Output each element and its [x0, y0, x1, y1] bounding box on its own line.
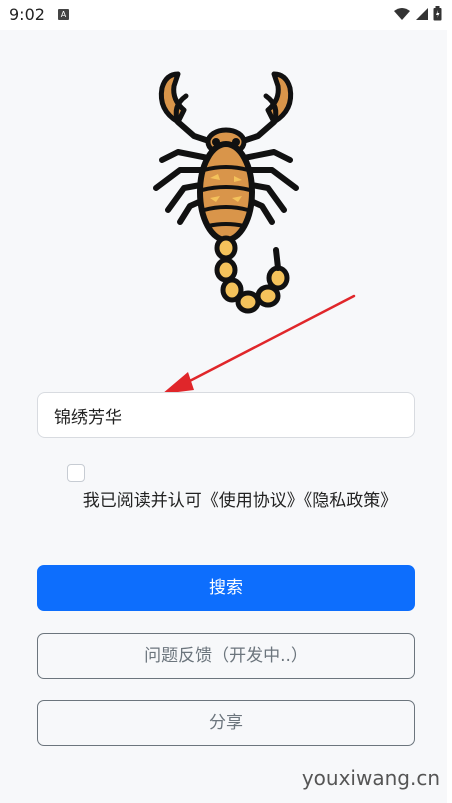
search-input[interactable] — [37, 392, 415, 438]
wifi-icon — [394, 7, 410, 20]
agreement-text[interactable]: 我已阅读并认可《使用协议》《隐私政策》 — [60, 487, 420, 515]
battery-icon — [433, 6, 442, 21]
watermark: youxiwang.cn — [301, 766, 440, 790]
signal-icon — [416, 7, 428, 20]
status-time: 9:02 — [9, 5, 45, 24]
status-bar: 9:02 A — [0, 0, 452, 30]
notification-icon: A — [58, 9, 69, 20]
scorpion-icon — [153, 71, 299, 314]
share-button[interactable]: 分享 — [37, 700, 415, 746]
feedback-button[interactable]: 问题反馈（开发中..） — [37, 633, 415, 679]
agreement-checkbox[interactable] — [67, 464, 85, 482]
status-icons — [393, 6, 442, 21]
search-button[interactable]: 搜索 — [37, 565, 415, 611]
